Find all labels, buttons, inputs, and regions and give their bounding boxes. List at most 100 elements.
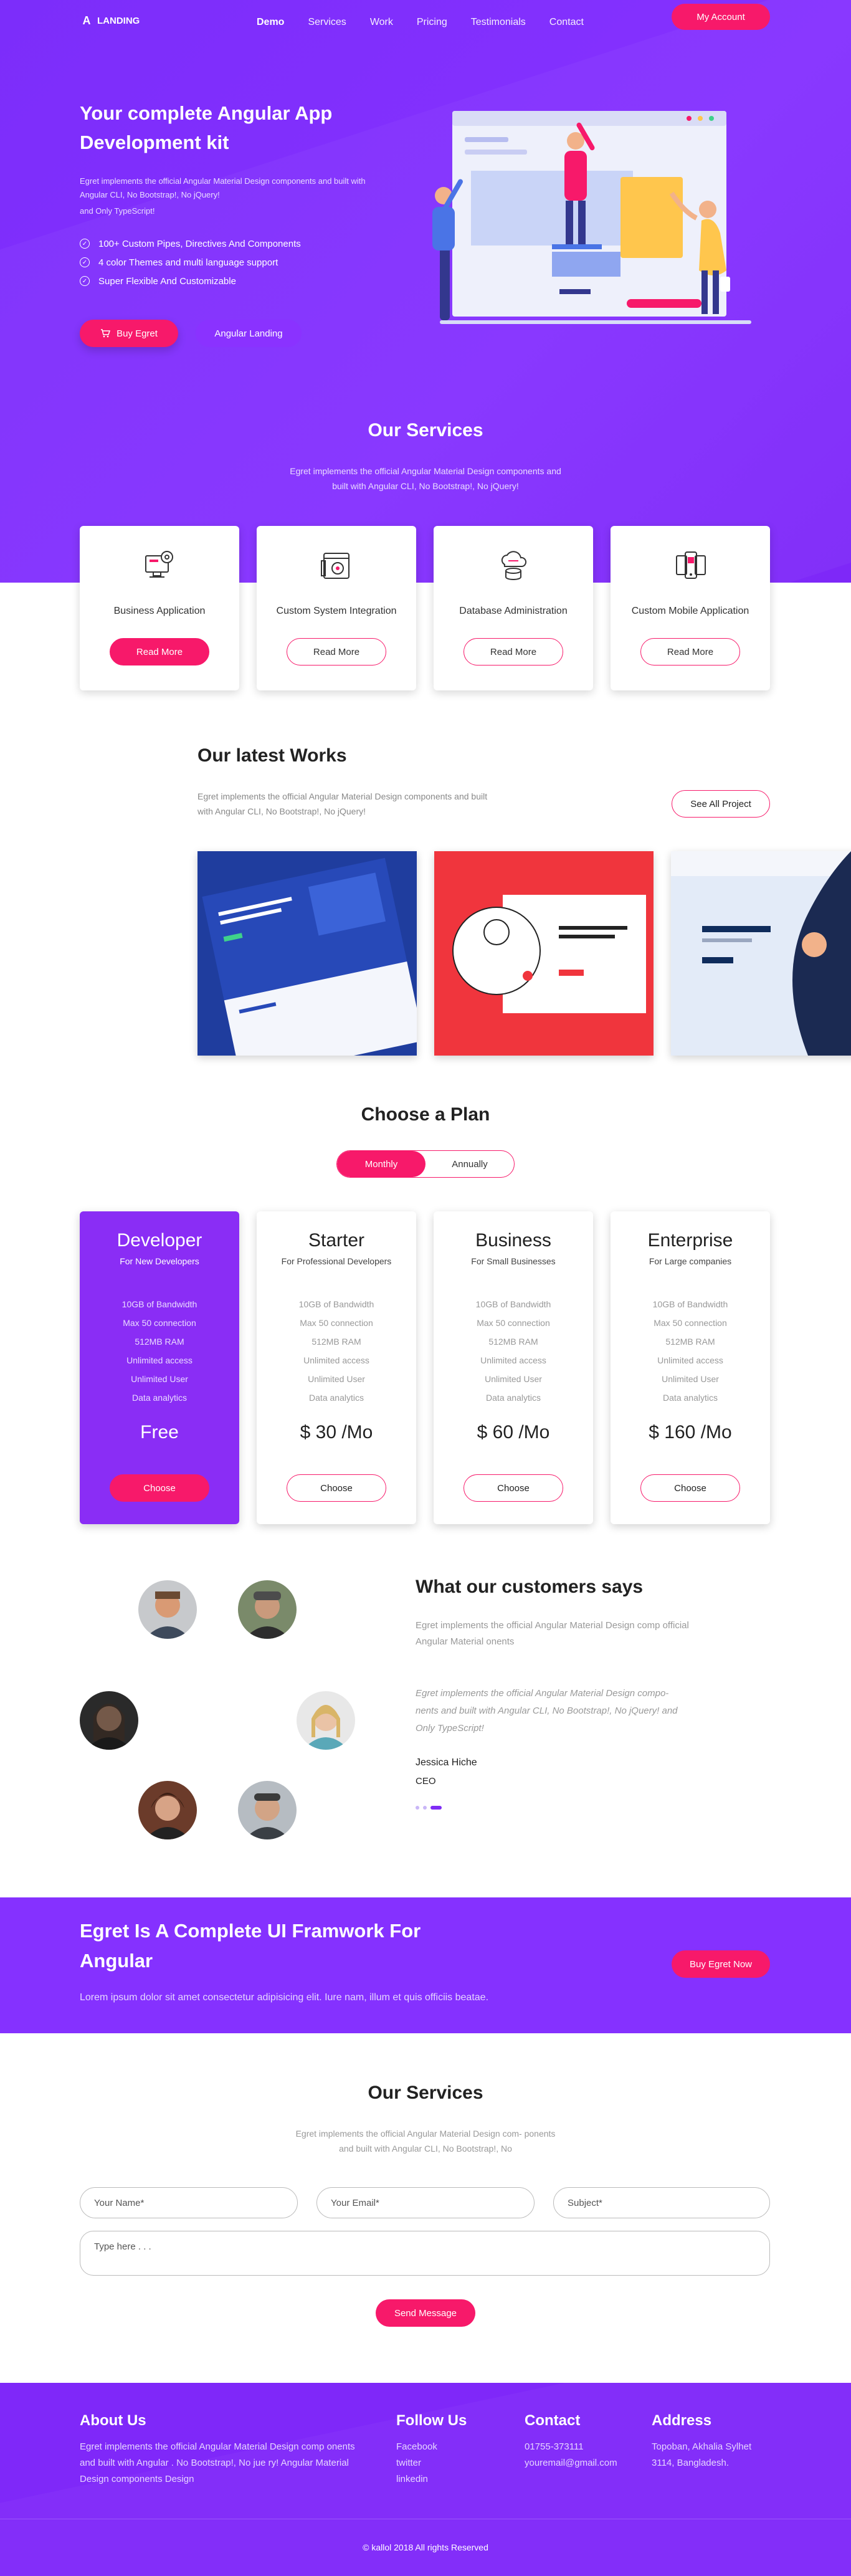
testimonial-author-name: Jessica Hiche: [416, 1757, 477, 1768]
plan-subtitle: For Large companies: [649, 1256, 732, 1266]
check-icon: ✓: [80, 257, 90, 267]
plan-name: Starter: [308, 1230, 365, 1251]
footer-phone: 01755-373111: [525, 2441, 584, 2452]
choose-plan-button[interactable]: Choose: [464, 1474, 563, 1502]
service-name: Custom System Integration: [276, 606, 397, 616]
plan-features: 10GB of Bandwidth Max 50 connection 512M…: [611, 1295, 770, 1407]
toggle-annually[interactable]: Annually: [426, 1151, 514, 1177]
nav-item-pricing[interactable]: Pricing: [417, 17, 447, 28]
testimonial-pagination: [416, 1806, 442, 1810]
nav-item-services[interactable]: Services: [308, 17, 346, 28]
work-thumbnail-2[interactable]: [434, 851, 654, 1056]
testimonial-quote: Egret implements the official Angular Ma…: [416, 1688, 678, 1734]
logo-text: LANDING: [97, 15, 140, 26]
feature-item: ✓ 100+ Custom Pipes, Directives And Compo…: [80, 234, 301, 253]
choose-plan-button[interactable]: Choose: [640, 1474, 740, 1502]
angular-landing-button[interactable]: Angular Landing: [196, 320, 302, 347]
name-field[interactable]: Your Name*: [80, 2187, 298, 2218]
avatar[interactable]: [80, 1691, 138, 1750]
send-message-button[interactable]: Send Message: [376, 2299, 475, 2327]
plan-feature: Unlimited access: [657, 1355, 723, 1365]
read-more-button[interactable]: Read More: [640, 638, 740, 665]
service-card-business: Business Application Read More: [80, 526, 239, 690]
plan-feature: Data analytics: [132, 1393, 187, 1403]
cta-banner: Egret Is A Complete UI Framwork For Angu…: [0, 1897, 851, 2033]
cta-text: Lorem ipsum dolor sit amet consectetur a…: [80, 1992, 489, 2003]
pagination-dot[interactable]: [416, 1806, 419, 1810]
hero-description-line1: Egret implements the official Angular Ma…: [80, 176, 366, 199]
services-description: Egret implements the official Angular Ma…: [0, 464, 851, 494]
subject-field[interactable]: Subject*: [553, 2187, 770, 2218]
plan-subtitle: For Professional Developers: [281, 1256, 392, 1266]
read-more-button[interactable]: Read More: [464, 638, 563, 665]
message-textarea[interactable]: Type here . . .: [80, 2231, 770, 2276]
contact-description: Egret implements the official Angular Ma…: [0, 2126, 851, 2156]
work-preview-image: [434, 851, 654, 1056]
services-title: Our Services: [368, 420, 483, 441]
read-more-button[interactable]: Read More: [287, 638, 386, 665]
pagination-dot[interactable]: [423, 1806, 427, 1810]
choose-plan-button[interactable]: Choose: [110, 1474, 209, 1502]
linkedin-link[interactable]: linkedin: [396, 2471, 467, 2488]
plan-feature: Unlimited User: [131, 1374, 188, 1384]
read-more-button[interactable]: Read More: [110, 638, 209, 665]
plan-feature: Data analytics: [486, 1393, 541, 1403]
avatar[interactable]: [297, 1691, 355, 1750]
plan-feature: Max 50 connection: [477, 1318, 550, 1328]
testimonials-description: Egret implements the official Angular Ma…: [416, 1620, 689, 1647]
choose-plan-button[interactable]: Choose: [287, 1474, 386, 1502]
work-preview-image: [671, 851, 851, 1056]
footer-contact-title: Contact: [525, 2412, 581, 2429]
buy-egret-button[interactable]: Buy Egret: [80, 320, 178, 347]
avatar[interactable]: [238, 1580, 297, 1639]
pagination-dot-active[interactable]: [430, 1806, 442, 1810]
plan-name: Developer: [116, 1230, 202, 1251]
plan-feature: 10GB of Bandwidth: [652, 1299, 728, 1309]
facebook-link[interactable]: Facebook: [396, 2439, 467, 2455]
services-description-text: Egret implements the official Angular Ma…: [290, 466, 561, 491]
avatar[interactable]: [138, 1580, 197, 1639]
footer-follow: Follow Us Facebook twitter linkedin: [396, 2413, 467, 2488]
service-card-database: Database Administration Read More: [434, 526, 593, 690]
feature-item: ✓ Super Flexible And Customizable: [80, 272, 301, 290]
avatar[interactable]: [238, 1781, 297, 1839]
work-thumbnail-3[interactable]: [671, 851, 851, 1056]
plan-price: $ 160 /Mo: [649, 1422, 732, 1443]
email-field[interactable]: Your Email*: [316, 2187, 535, 2218]
hero-section: A LANDING Demo Services Work Pricing Tes…: [0, 0, 851, 583]
toggle-monthly[interactable]: Monthly: [337, 1151, 426, 1177]
plan-feature: Unlimited access: [480, 1355, 546, 1365]
feature-text: 4 color Themes and multi language suppor…: [98, 257, 278, 268]
see-all-projects-button[interactable]: See All Project: [672, 790, 770, 818]
nav-item-work[interactable]: Work: [370, 17, 393, 28]
plan-subtitle: For New Developers: [120, 1256, 199, 1266]
nav-item-contact[interactable]: Contact: [549, 17, 584, 28]
plan-feature: Unlimited User: [485, 1374, 542, 1384]
pricing-title: Choose a Plan: [361, 1104, 490, 1125]
nav-item-demo[interactable]: Demo: [257, 17, 284, 28]
hero-title: Your complete Angular App Development ki…: [80, 102, 333, 153]
testimonials-title: What our customers says: [416, 1577, 644, 1597]
logo[interactable]: A LANDING: [80, 14, 140, 27]
plan-card-starter: Starter For Professional Developers 10GB…: [257, 1211, 416, 1524]
avatar[interactable]: [138, 1781, 197, 1839]
works-description: Egret implements the official Angular Ma…: [197, 791, 488, 816]
monitor-gear-icon: [145, 551, 173, 578]
plan-feature: 512MB RAM: [135, 1337, 184, 1347]
plan-feature: Unlimited access: [126, 1355, 193, 1365]
work-thumbnail-1[interactable]: [197, 851, 417, 1056]
plan-feature: Unlimited User: [662, 1374, 719, 1384]
footer-email[interactable]: youremail@gmail.com: [525, 2455, 617, 2471]
nav-item-testimonials[interactable]: Testimonials: [471, 17, 526, 28]
check-icon: ✓: [80, 239, 90, 249]
plan-features: 10GB of Bandwidth Max 50 connection 512M…: [80, 1295, 239, 1407]
my-account-button[interactable]: My Account: [672, 4, 770, 30]
plan-feature: Data analytics: [663, 1393, 718, 1403]
cart-icon: [101, 329, 111, 338]
buy-egret-now-button[interactable]: Buy Egret Now: [672, 1950, 770, 1978]
footer-about-title: About Us: [80, 2412, 146, 2429]
nav-menu: Demo Services Work Pricing Testimonials …: [257, 17, 584, 28]
footer: About Us Egret implements the official A…: [0, 2383, 851, 2576]
plan-name: Business: [475, 1230, 551, 1251]
twitter-link[interactable]: twitter: [396, 2455, 467, 2471]
